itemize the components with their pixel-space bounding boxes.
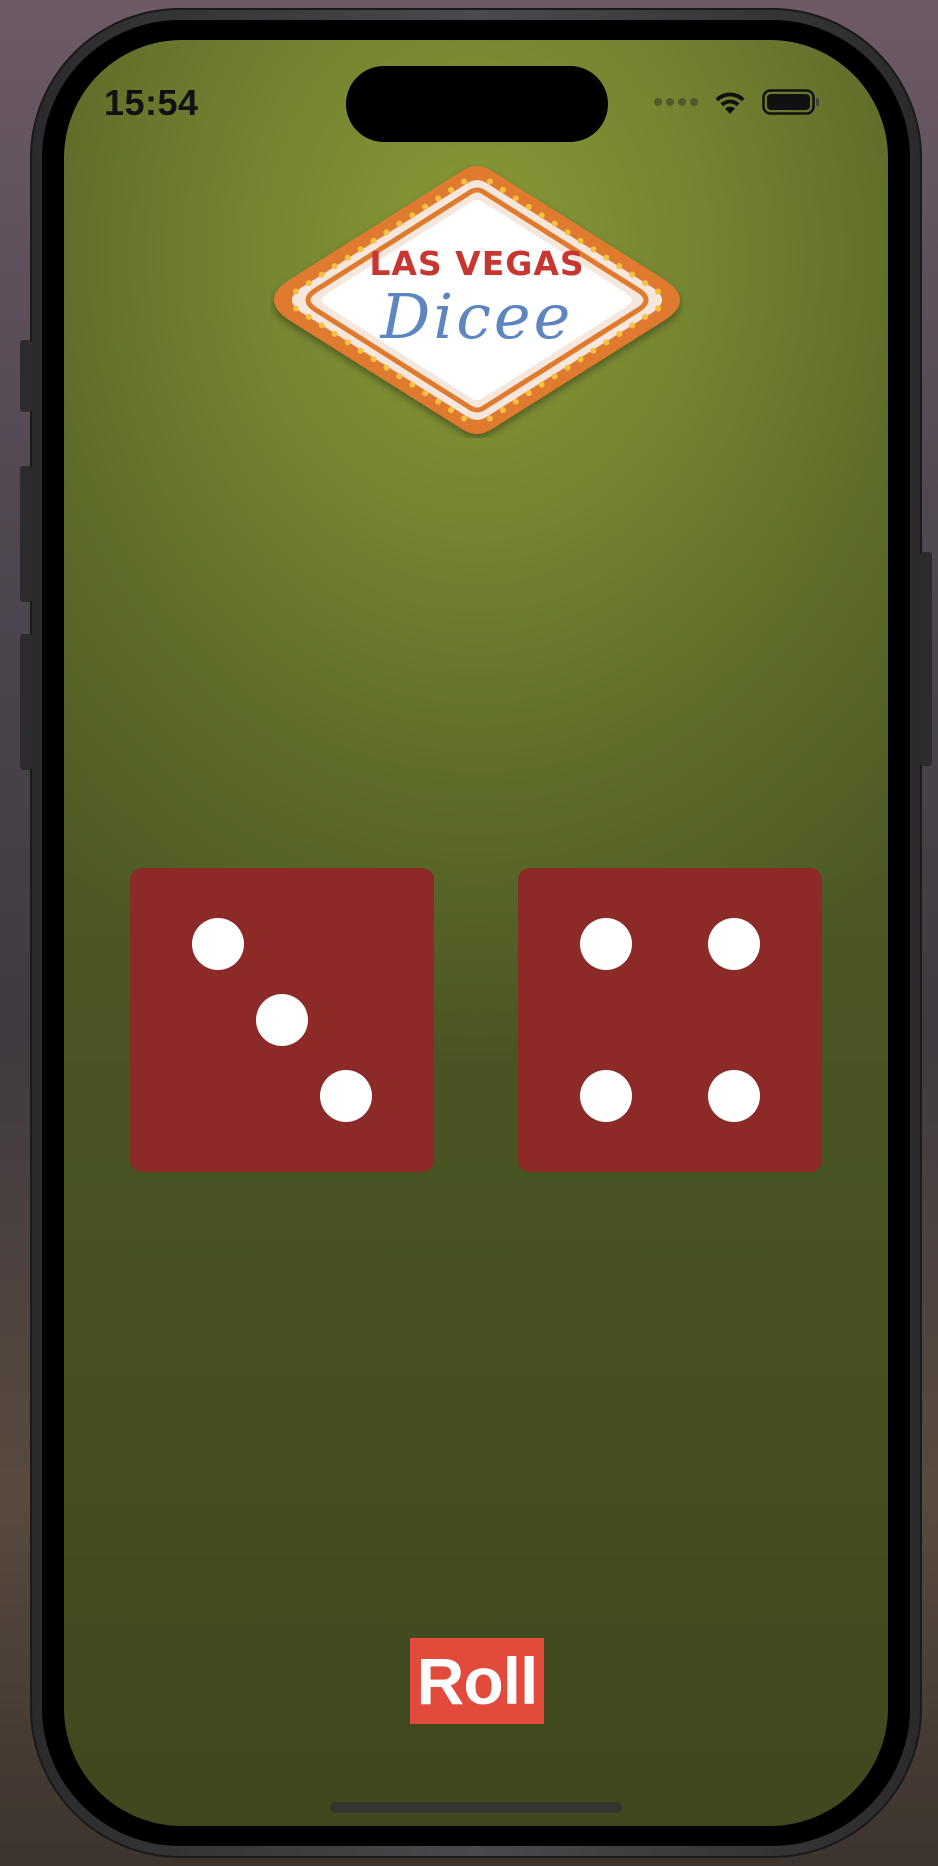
dice-area	[130, 868, 822, 1172]
status-icons	[654, 86, 820, 118]
marquee-bulb	[422, 203, 429, 210]
app-logo: LAS VEGAS Dicee	[270, 162, 684, 438]
action-button	[20, 340, 32, 412]
marquee-bulb	[422, 390, 429, 397]
volume-down-button	[20, 634, 32, 770]
marquee-bulb	[461, 178, 468, 185]
marquee-bulb	[512, 195, 519, 202]
marquee-bulb	[396, 220, 403, 227]
home-indicator[interactable]	[330, 1802, 622, 1813]
marquee-bulb	[448, 407, 455, 414]
marquee-bulb	[486, 415, 493, 422]
logo-title: LAS VEGAS	[369, 244, 585, 283]
marquee-bulb	[577, 356, 584, 363]
marquee-bulb	[525, 390, 532, 397]
marquee-bulb	[435, 195, 442, 202]
die-pip	[192, 918, 245, 970]
die-pip	[707, 1070, 760, 1122]
marquee-bulb	[396, 373, 403, 380]
cellular-signal-icon	[654, 98, 698, 106]
marquee-bulb	[564, 364, 571, 371]
die-pip	[580, 1070, 633, 1122]
marquee-bulb	[435, 398, 442, 405]
marquee-bulb	[499, 407, 506, 414]
marquee-bulb	[370, 237, 377, 244]
die-pip	[580, 918, 633, 970]
die-pip	[256, 994, 308, 1046]
left-die	[130, 868, 434, 1172]
marquee-bulb	[383, 229, 390, 236]
marquee-bulb	[448, 186, 455, 193]
marquee-bulb	[551, 220, 558, 227]
marquee-bulb	[409, 381, 416, 388]
marquee-bulb	[486, 178, 493, 185]
status-time: 15:54	[104, 82, 199, 123]
power-button	[920, 552, 932, 766]
marquee-bulb	[370, 356, 377, 363]
logo-subtitle: Dicee	[380, 280, 574, 353]
battery-icon	[762, 89, 819, 115]
marquee-bulb	[409, 212, 416, 219]
die-pip	[319, 1070, 372, 1122]
marquee-bulb	[564, 229, 571, 236]
marquee-bulb	[499, 186, 506, 193]
marquee-bulb	[538, 381, 545, 388]
die-pip	[707, 918, 760, 970]
dynamic-island	[346, 66, 608, 142]
volume-up-button	[20, 466, 32, 602]
wifi-icon	[715, 92, 745, 114]
roll-button[interactable]: Roll	[410, 1638, 544, 1724]
marquee-bulb	[525, 203, 532, 210]
right-die	[518, 868, 822, 1172]
marquee-bulb	[551, 373, 558, 380]
marquee-bulb	[577, 237, 584, 244]
marquee-bulb	[461, 415, 468, 422]
marquee-bulb	[383, 364, 390, 371]
marquee-bulb	[538, 212, 545, 219]
marquee-bulb	[512, 398, 519, 405]
